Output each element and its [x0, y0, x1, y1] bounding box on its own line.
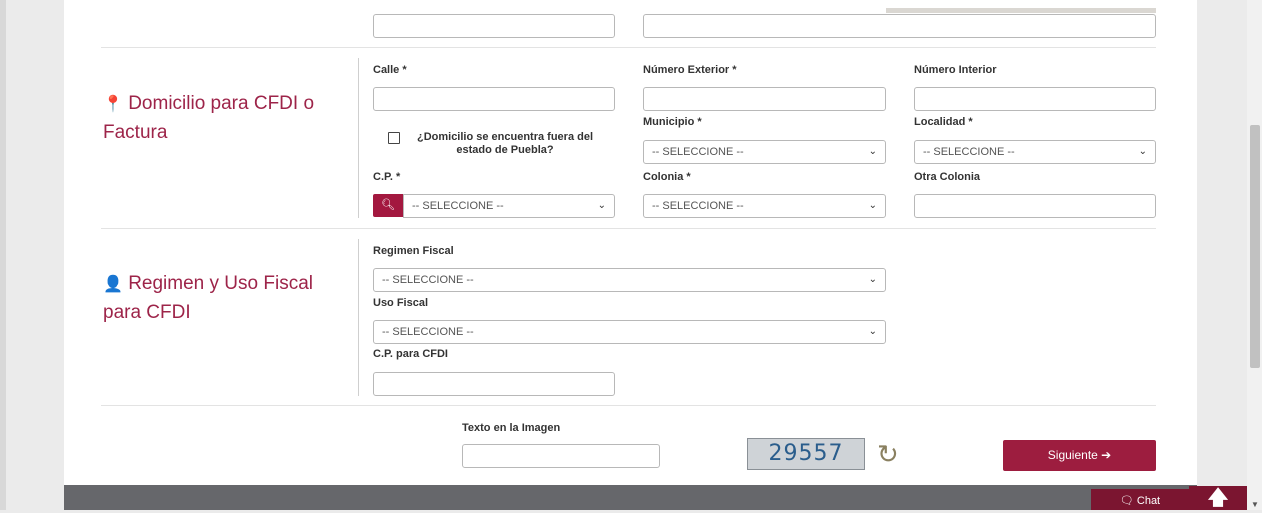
scroll-top-button[interactable]: 🡅: [1189, 486, 1247, 510]
chevron-down-icon: ⌄: [1138, 146, 1147, 157]
map-marker-icon: 📍: [103, 96, 123, 113]
captcha-image: 29557: [747, 438, 865, 470]
captcha-label: Texto en la Imagen: [462, 422, 561, 434]
section-divider: [101, 405, 1156, 406]
regimen-title-text: Regimen y Uso Fiscal para CFDI: [103, 273, 313, 323]
cp-select-value: -- SELECCIONE --: [412, 200, 504, 212]
colonia-label: Colonia *: [643, 171, 691, 183]
section-divider: [101, 228, 1156, 229]
regimen-fiscal-value: -- SELECCIONE --: [382, 274, 474, 286]
chevron-down-icon: ⌄: [868, 326, 877, 337]
scrollbar-thumb[interactable]: [1250, 125, 1260, 368]
fuera-estado-checkbox[interactable]: [388, 132, 400, 144]
municipio-select-value: -- SELECCIONE --: [652, 146, 744, 158]
captcha-input[interactable]: [462, 444, 660, 468]
localidad-select-value: -- SELECCIONE --: [923, 146, 1015, 158]
regimen-fiscal-select[interactable]: -- SELECCIONE -- ⌄: [373, 268, 886, 292]
chevron-down-icon: ⌄: [868, 146, 877, 157]
chevron-down-icon: ⌄: [868, 274, 877, 285]
numero-interior-label: Número Interior: [914, 64, 997, 76]
refresh-icon[interactable]: ↻: [877, 439, 899, 469]
scroll-down-arrow-icon[interactable]: ▼: [1251, 500, 1259, 509]
domicilio-section-title: 📍 Domicilio para CFDI o Factura: [103, 90, 353, 147]
uso-fiscal-label: Uso Fiscal: [373, 297, 429, 309]
otra-colonia-label: Otra Colonia: [914, 171, 981, 183]
numero-exterior-input[interactable]: [643, 87, 886, 111]
cp-search-button[interactable]: 🔍︎: [373, 194, 403, 217]
regimen-vertical-divider: [358, 239, 359, 396]
domicilio-vertical-divider: [358, 58, 359, 218]
numero-exterior-label: Número Exterior *: [643, 64, 737, 76]
top-left-input[interactable]: [373, 14, 615, 38]
page-footer: [64, 485, 1197, 510]
window-left-edge: [0, 0, 6, 510]
localidad-label: Localidad *: [914, 116, 973, 128]
cp-cfdi-label: C.P. para CFDI: [373, 348, 448, 360]
numero-interior-input[interactable]: [914, 87, 1156, 111]
top-gray-bar: [886, 8, 1156, 13]
cp-cfdi-input[interactable]: [373, 372, 615, 396]
localidad-select[interactable]: -- SELECCIONE -- ⌄: [914, 140, 1156, 164]
colonia-select-value: -- SELECCIONE --: [652, 200, 744, 212]
chevron-down-icon: ⌄: [868, 200, 877, 211]
chat-button[interactable]: 🗨 Chat: [1091, 489, 1189, 510]
municipio-select[interactable]: -- SELECCIONE -- ⌄: [643, 140, 886, 164]
municipio-label: Municipio *: [643, 116, 702, 128]
otra-colonia-input: [914, 194, 1156, 218]
cp-select[interactable]: -- SELECCIONE -- ⌄: [403, 194, 615, 218]
fuera-estado-label: ¿Domicilio se encuentra fuera del estado…: [416, 131, 594, 156]
colonia-select[interactable]: -- SELECCIONE -- ⌄: [643, 194, 886, 218]
regimen-fiscal-label: Regimen Fiscal: [373, 245, 454, 257]
section-divider: [101, 47, 1156, 48]
user-icon: 👤: [103, 276, 123, 293]
top-right-input[interactable]: [643, 14, 1156, 38]
siguiente-button[interactable]: Siguiente ➔: [1003, 440, 1156, 471]
form-card: [64, 0, 1197, 485]
calle-label: Calle *: [373, 64, 407, 76]
cp-label: C.P. *: [373, 171, 401, 183]
uso-fiscal-select[interactable]: -- SELECCIONE -- ⌄: [373, 320, 886, 344]
domicilio-title-text: Domicilio para CFDI o Factura: [103, 93, 315, 143]
uso-fiscal-value: -- SELECCIONE --: [382, 326, 474, 338]
chevron-down-icon: ⌄: [597, 200, 606, 211]
search-icon: 🔍︎: [381, 199, 395, 211]
regimen-section-title: 👤 Regimen y Uso Fiscal para CFDI: [103, 270, 353, 327]
calle-input[interactable]: [373, 87, 615, 111]
